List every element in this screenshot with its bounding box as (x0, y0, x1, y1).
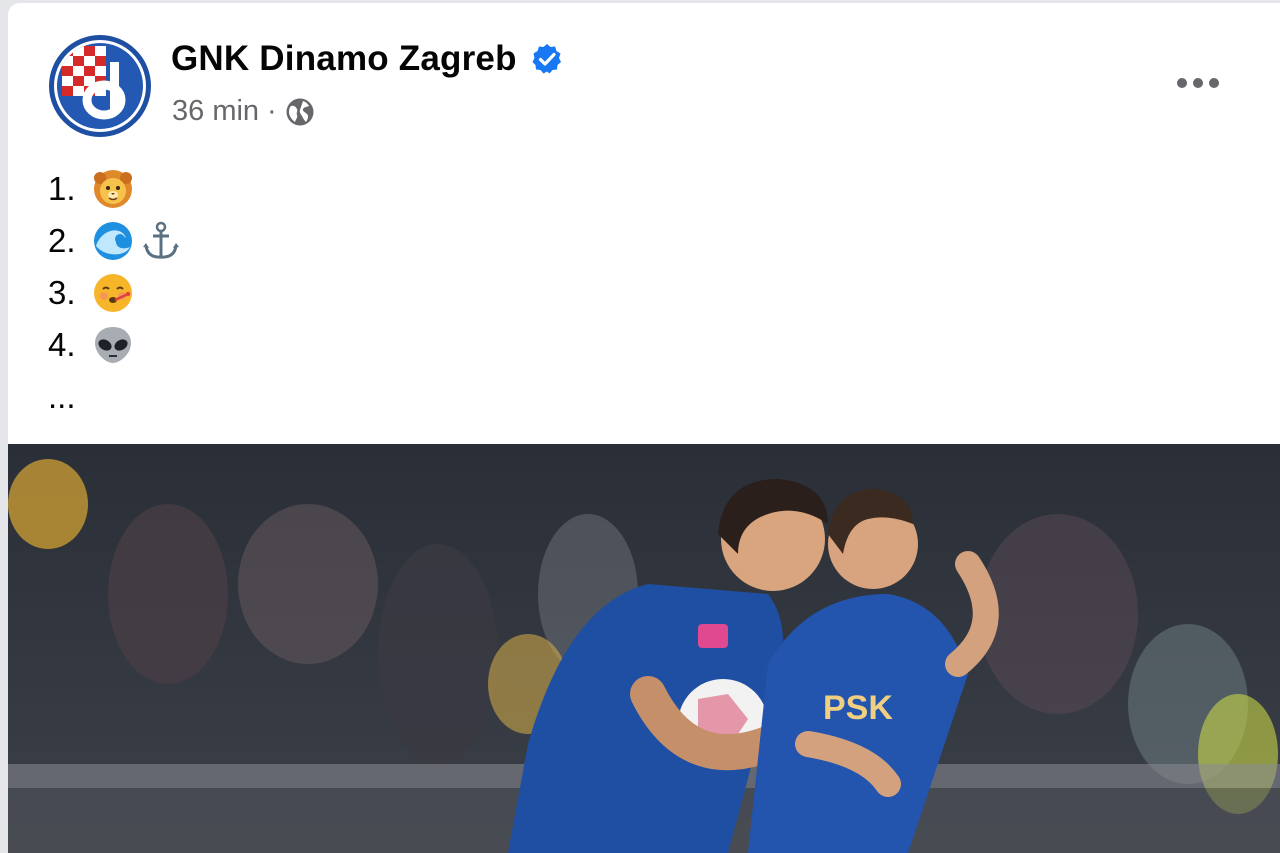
list-item: 1. (48, 163, 188, 215)
page-avatar[interactable] (48, 34, 152, 138)
lion-face-emoji-icon (94, 170, 132, 208)
list-number: 2. (48, 222, 76, 259)
post-ellipsis: ... (48, 378, 76, 415)
jersey-sponsor-text: PSK (823, 689, 893, 727)
post-card: GNK Dinamo Zagreb 36 min · 1. 2. 3. 4. .… (8, 3, 1280, 853)
post-timestamp[interactable]: 36 min (172, 95, 259, 128)
list-number: 3. (48, 274, 76, 311)
more-options-button[interactable] (1168, 63, 1228, 103)
globe-icon[interactable] (285, 97, 315, 127)
post-meta: 36 min · (172, 95, 315, 128)
photo-illustration: PSK (8, 444, 1280, 853)
list-item: 3. (48, 267, 188, 319)
meta-separator: · (267, 95, 277, 127)
verified-badge-icon (532, 44, 561, 74)
page-name[interactable]: GNK Dinamo Zagreb (171, 39, 517, 79)
list-item: 2. (48, 215, 188, 267)
list-item: 4. (48, 319, 188, 371)
post-text: 1. 2. 3. 4. ... (48, 163, 188, 423)
post-photo[interactable]: PSK (8, 444, 1280, 853)
anchor-emoji-icon (143, 221, 179, 259)
alien-emoji-icon (95, 327, 131, 363)
list-number: 4. (48, 326, 76, 363)
header-name-row: GNK Dinamo Zagreb (171, 39, 563, 79)
more-options-icon (1177, 78, 1219, 88)
face-with-thermometer-emoji-icon (94, 274, 132, 312)
water-wave-emoji-icon (94, 222, 132, 260)
list-number: 1. (48, 170, 76, 207)
